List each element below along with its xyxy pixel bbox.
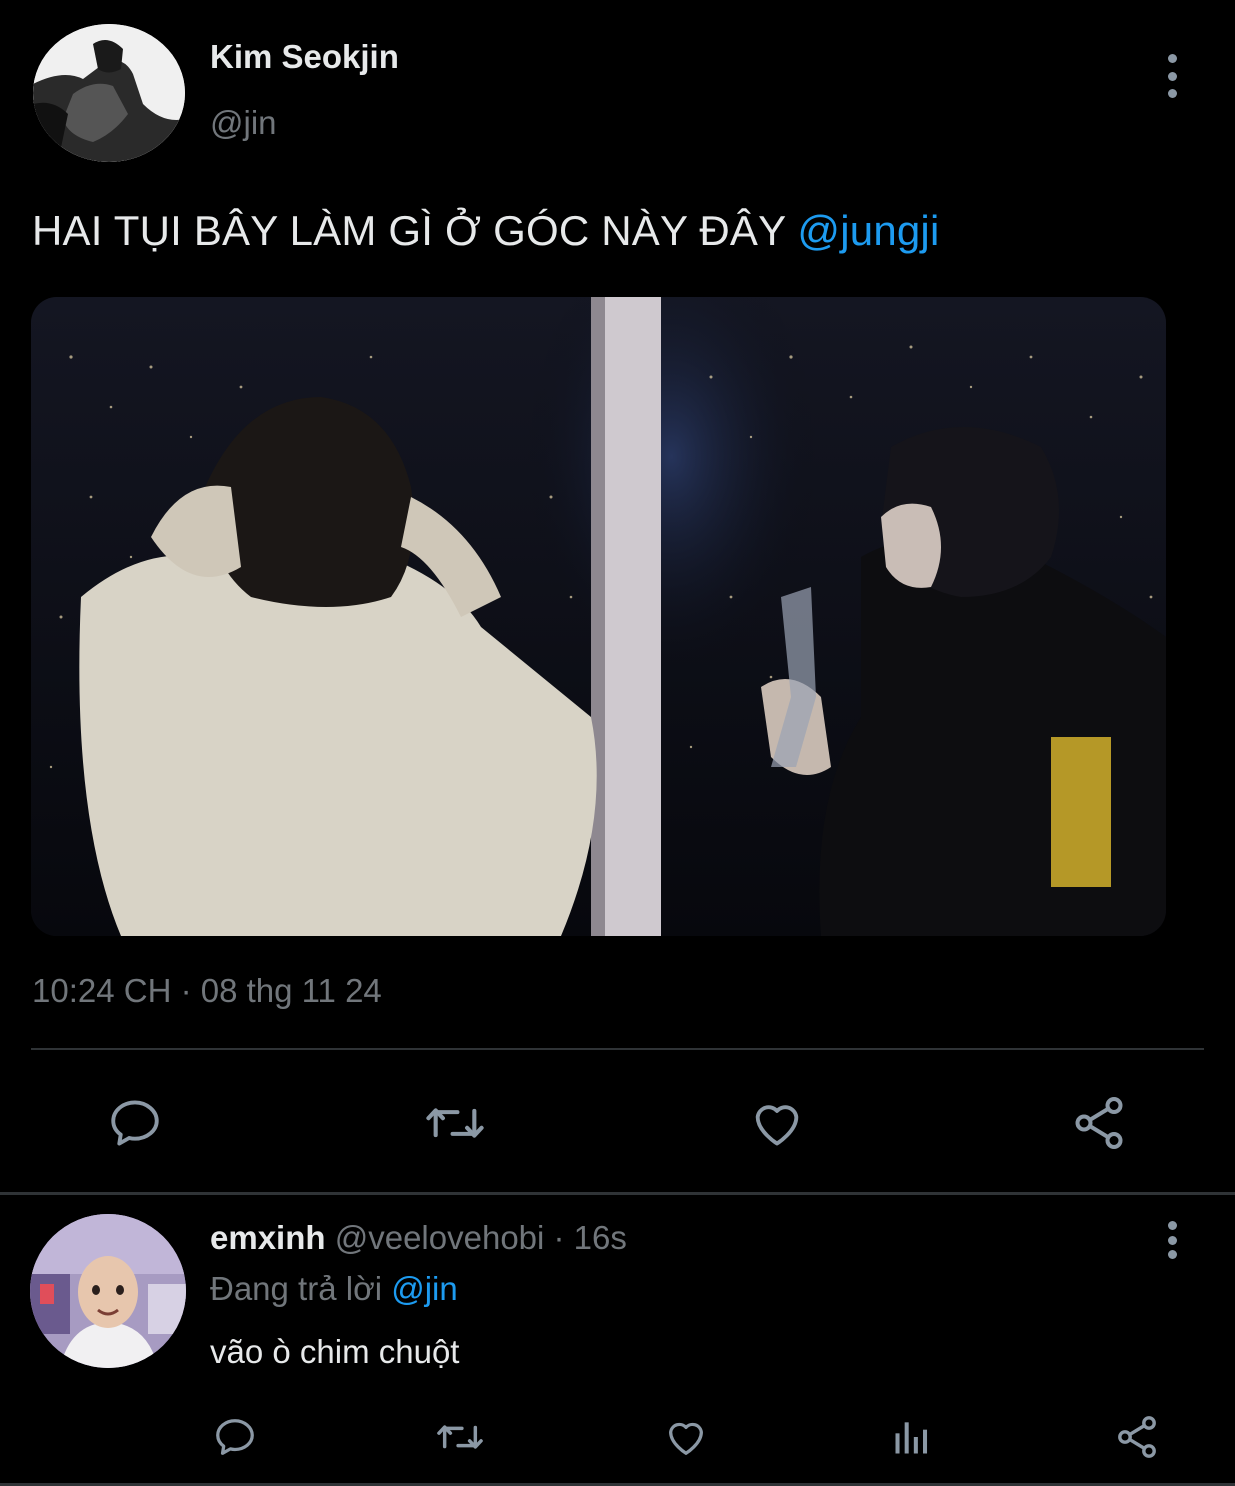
tweet-action-bar <box>0 1085 1235 1160</box>
author-avatar[interactable] <box>33 24 185 162</box>
tweet-timestamp[interactable]: 10:24 CH · 08 thg 11 24 <box>32 972 382 1010</box>
comment-icon <box>216 1419 254 1455</box>
share-icon <box>1118 1416 1156 1458</box>
more-options-button[interactable] <box>1155 54 1189 98</box>
divider <box>31 1048 1204 1050</box>
heart-icon <box>669 1422 703 1455</box>
analytics-icon <box>895 1422 928 1454</box>
retweet-button[interactable] <box>420 1085 490 1160</box>
tweet-text: HAI TỤI BÂY LÀM GÌ Ở GÓC NÀY ĐÂY @jungji <box>32 207 940 255</box>
more-dot-icon <box>1167 54 1177 63</box>
reply-author-handle[interactable]: @veelovehobi <box>335 1219 545 1256</box>
reply-retweet-button[interactable] <box>430 1405 490 1469</box>
reply-time: · 16s <box>544 1219 627 1256</box>
more-dot-icon <box>1167 89 1177 98</box>
avatar-photo <box>33 24 185 162</box>
reply-button[interactable] <box>100 1085 170 1160</box>
share-icon <box>1075 1096 1123 1149</box>
replying-to-prefix: Đang trả lời <box>210 1270 392 1307</box>
like-button[interactable] <box>742 1085 812 1160</box>
reply-header: emxinh @veelovehobi · 16s <box>210 1219 627 1257</box>
more-dot-icon <box>1167 1221 1177 1230</box>
reply-author-avatar[interactable] <box>30 1214 186 1368</box>
reply-share-button[interactable] <box>1107 1405 1167 1469</box>
retweet-icon <box>437 1425 483 1449</box>
reply-action-bar <box>0 1405 1235 1469</box>
heart-icon <box>755 1104 799 1145</box>
share-button[interactable] <box>1064 1085 1134 1160</box>
author-name[interactable]: Kim Seokjin <box>210 38 399 76</box>
tweet-body: HAI TỤI BÂY LÀM GÌ Ở GÓC NÀY ĐÂY <box>32 207 798 254</box>
more-dot-icon <box>1167 71 1177 81</box>
reply-text: vão ò chim chuột <box>210 1333 460 1370</box>
replying-to-link[interactable]: @jin <box>391 1270 458 1307</box>
retweet-icon <box>426 1107 484 1138</box>
reply-more-options-button[interactable] <box>1155 1221 1189 1259</box>
reply-like-button[interactable] <box>656 1405 716 1469</box>
replying-to: Đang trả lời @jin <box>210 1270 458 1308</box>
avatar-photo <box>30 1214 186 1368</box>
reply-author-name[interactable]: emxinh <box>210 1219 326 1256</box>
photo-image <box>31 297 1166 936</box>
mention-link[interactable]: @jungji <box>797 207 939 254</box>
reply-reply-button[interactable] <box>205 1405 265 1469</box>
more-dot-icon <box>1167 1250 1177 1259</box>
tweet-photo[interactable] <box>31 297 1166 936</box>
section-divider <box>0 1192 1235 1195</box>
author-handle[interactable]: @jin <box>210 104 277 142</box>
more-dot-icon <box>1167 1235 1177 1245</box>
tweet-detail-page: Kim Seokjin @jin HAI TỤI BÂY LÀM GÌ Ở GÓ… <box>0 0 1235 1486</box>
reply-views-button[interactable] <box>882 1405 942 1469</box>
comment-icon <box>111 1100 159 1145</box>
